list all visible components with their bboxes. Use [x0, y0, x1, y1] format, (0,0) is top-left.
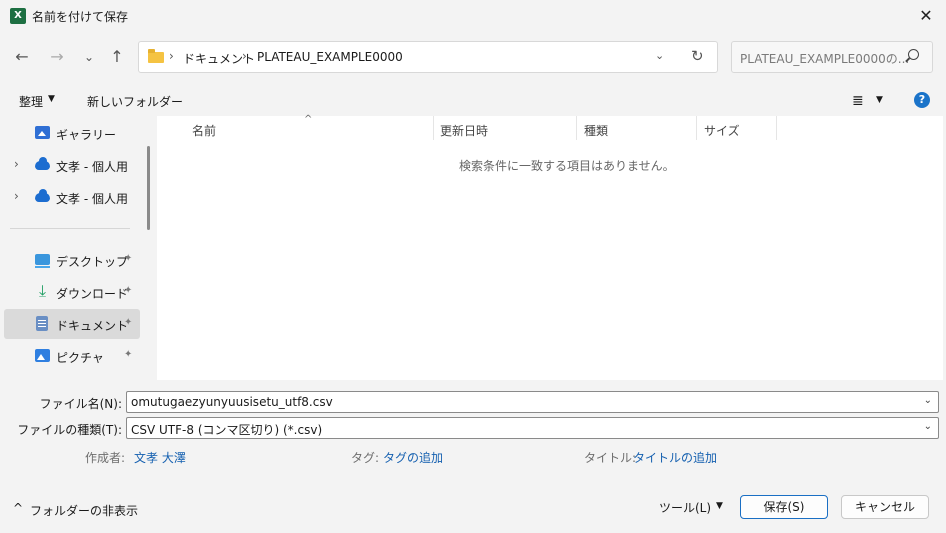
sidebar-scrollbar[interactable]: [147, 146, 150, 230]
sidebar-item-gallery[interactable]: ギャラリー: [4, 118, 140, 148]
breadcrumb-separator-icon: ›: [169, 49, 174, 63]
filetype-value: CSV UTF-8 (コンマ区切り) (*.csv): [131, 423, 323, 437]
tools-button[interactable]: ツール(L): [659, 499, 711, 516]
caret-down-icon[interactable]: ▼: [48, 94, 55, 104]
view-options-icon[interactable]: ≣: [852, 93, 864, 109]
sidebar-item-label: ピクチャ: [56, 351, 104, 365]
sidebar-item-onedrive-1[interactable]: › 文孝 - 個人用: [4, 150, 140, 180]
search-icon: [908, 49, 919, 60]
sidebar-item-label: ダウンロード: [56, 287, 129, 301]
filetype-select[interactable]: CSV UTF-8 (コンマ区切り) (*.csv) ⌄: [126, 417, 939, 439]
pin-icon[interactable]: ✦: [124, 349, 132, 360]
desktop-icon: [35, 254, 50, 268]
sidebar-item-label: デスクトップ: [56, 255, 129, 269]
author-value[interactable]: 文孝 大澤: [134, 449, 186, 466]
hide-folders-button[interactable]: フォルダーの非表示: [30, 502, 138, 519]
chevron-right-icon[interactable]: ›: [14, 157, 19, 171]
filetype-label: ファイルの種類(T):: [17, 423, 122, 437]
sidebar-item-label: 文孝 - 個人用: [56, 192, 128, 206]
chevron-up-icon[interactable]: ^: [13, 501, 23, 515]
download-icon: ⤓: [38, 281, 47, 300]
title-label: タイトル:: [584, 451, 637, 465]
forward-arrow-icon[interactable]: →: [46, 46, 68, 68]
column-header-name[interactable]: 名前: [192, 122, 216, 139]
sidebar-item-downloads[interactable]: ⤓ ダウンロード ✦: [4, 277, 140, 307]
up-arrow-icon[interactable]: ↑: [106, 46, 128, 68]
file-list[interactable]: ^ 名前 更新日時 種類 サイズ 検索条件に一致する項目はありません。: [157, 114, 943, 380]
tags-label: タグ:: [351, 451, 380, 465]
sidebar-item-label: ギャラリー: [56, 128, 117, 142]
tags-value[interactable]: タグの追加: [383, 449, 443, 466]
folder-icon: [148, 49, 164, 63]
navigation-pane: ギャラリー › 文孝 - 個人用 › 文孝 - 個人用 デスクトップ ✦ ⤓ ダ…: [0, 116, 157, 380]
address-bar[interactable]: › ドキュメント › PLATEAU_EXAMPLE0000 ⌄ ↻: [138, 41, 718, 73]
chevron-down-icon[interactable]: ⌄: [655, 49, 664, 62]
save-form: ファイル名(N): omutugaezyunyuusisetu_utf8.csv…: [0, 380, 946, 533]
filename-label: ファイル名(N):: [39, 397, 122, 411]
column-divider[interactable]: [776, 116, 777, 140]
window-title: 名前を付けて保存: [32, 10, 129, 24]
sidebar-item-pictures[interactable]: ピクチャ ✦: [4, 341, 140, 371]
recent-locations-chevron-icon[interactable]: ⌄: [78, 46, 100, 68]
close-button[interactable]: ✕: [912, 4, 940, 28]
command-bar: 整理 ▼ 新しいフォルダー ≣ ▼ ?: [0, 86, 946, 116]
pictures-icon: [35, 349, 50, 362]
documents-icon: [36, 316, 48, 331]
gallery-icon: [35, 126, 50, 139]
sort-ascending-icon: ^: [304, 114, 313, 125]
filename-field[interactable]: omutugaezyunyuusisetu_utf8.csv ⌄: [126, 391, 939, 413]
author-label: 作成者:: [85, 451, 126, 465]
sidebar-item-label: 文孝 - 個人用: [56, 160, 128, 174]
title-bar: X 名前を付けて保存 ✕: [0, 0, 946, 32]
organize-button[interactable]: 整理: [19, 93, 43, 110]
search-placeholder: PLATEAU_EXAMPLE0000の...: [740, 52, 910, 66]
excel-app-icon: X: [10, 8, 26, 24]
sidebar-item-desktop[interactable]: デスクトップ ✦: [4, 245, 140, 275]
cancel-button[interactable]: キャンセル: [841, 495, 929, 519]
sidebar-item-onedrive-2[interactable]: › 文孝 - 個人用: [4, 182, 140, 212]
column-divider[interactable]: [696, 116, 697, 140]
caret-down-icon[interactable]: ▼: [716, 501, 723, 511]
back-arrow-icon[interactable]: ←: [11, 46, 33, 68]
refresh-icon[interactable]: ↻: [691, 47, 704, 65]
sidebar-divider: [10, 228, 130, 229]
title-value[interactable]: タイトルの追加: [633, 449, 717, 466]
breadcrumb-separator-icon[interactable]: ›: [242, 49, 247, 63]
pin-icon[interactable]: ✦: [124, 285, 132, 296]
save-button[interactable]: 保存(S): [740, 495, 828, 519]
chevron-right-icon[interactable]: ›: [14, 189, 19, 203]
column-header-size[interactable]: サイズ: [704, 122, 740, 139]
column-header-modified[interactable]: 更新日時: [440, 122, 488, 139]
column-header-type[interactable]: 種類: [584, 122, 608, 139]
onedrive-icon: [35, 157, 50, 170]
onedrive-icon: [35, 189, 50, 202]
sidebar-item-label: ドキュメント: [56, 319, 129, 333]
caret-down-icon[interactable]: ▼: [876, 95, 883, 105]
filename-value[interactable]: omutugaezyunyuusisetu_utf8.csv: [131, 395, 333, 409]
empty-results-message: 検索条件に一致する項目はありません。: [459, 159, 675, 173]
breadcrumb-current-folder[interactable]: PLATEAU_EXAMPLE0000: [257, 50, 403, 64]
help-icon[interactable]: ?: [914, 92, 930, 108]
pin-icon[interactable]: ✦: [124, 253, 132, 264]
chevron-down-icon[interactable]: ⌄: [924, 421, 932, 432]
new-folder-button[interactable]: 新しいフォルダー: [87, 93, 183, 110]
sidebar-item-documents[interactable]: ドキュメント ✦: [4, 309, 140, 339]
column-divider[interactable]: [576, 116, 577, 140]
pin-icon[interactable]: ✦: [124, 317, 132, 328]
column-divider[interactable]: [433, 116, 434, 140]
search-input[interactable]: PLATEAU_EXAMPLE0000の...: [731, 41, 933, 73]
chevron-down-icon[interactable]: ⌄: [924, 395, 932, 406]
